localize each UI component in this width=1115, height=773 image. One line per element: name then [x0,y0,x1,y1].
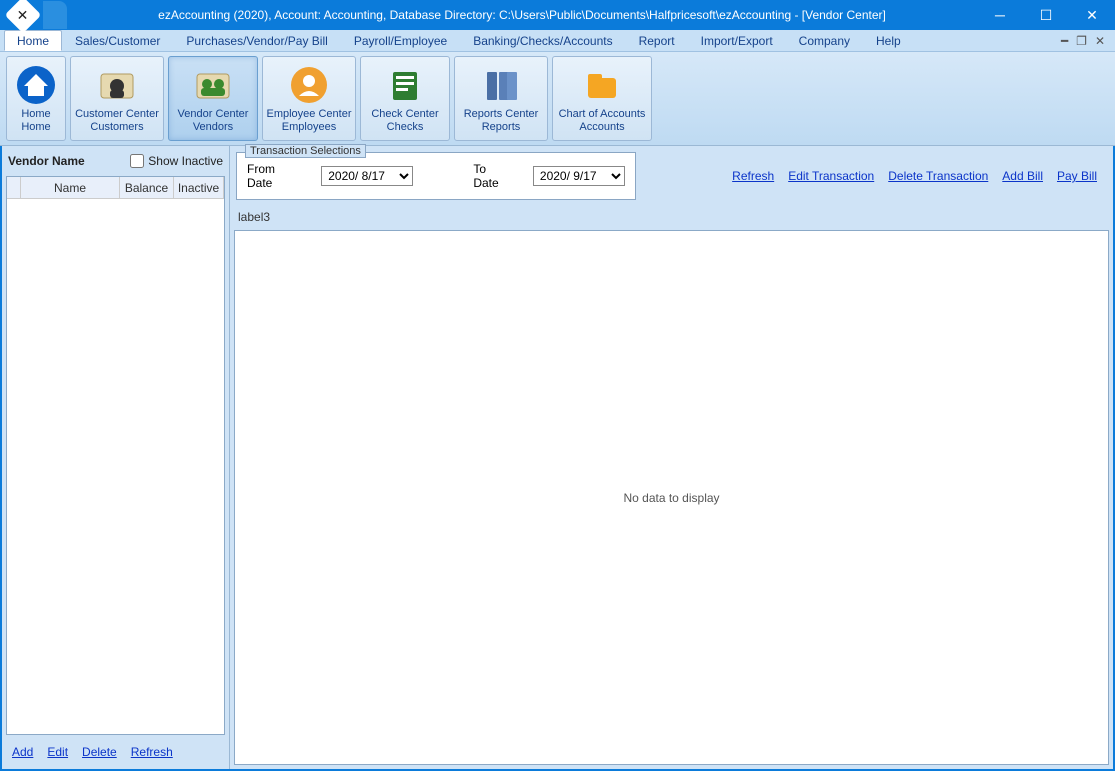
edit-transaction-link[interactable]: Edit Transaction [788,169,874,183]
mdi-controls: ━ ❐ ✕ [1061,30,1111,51]
edit-link[interactable]: Edit [47,745,68,759]
ribbon-sublabel: Customers [90,121,143,134]
pay-bill-link[interactable]: Pay Bill [1057,169,1097,183]
menu-home[interactable]: Home [4,30,62,51]
ribbon-label: Check Center [371,108,438,121]
refresh-link[interactable]: Refresh [131,745,173,759]
col-inactive[interactable]: Inactive [174,177,224,198]
col-selector[interactable] [7,177,21,198]
mdi-minimize-icon[interactable]: ━ [1061,34,1068,48]
body-area: Vendor Name Show Inactive Name Balance I… [0,146,1115,771]
ribbon-label: Reports Center [464,108,539,121]
vendor-list-header: Vendor Name Show Inactive [2,146,229,176]
ribbon-chart-of-accounts[interactable]: Chart of Accounts Accounts [552,56,652,141]
app-icon: ✕ [0,0,45,30]
no-data-message: No data to display [623,491,719,505]
transaction-actions: Refresh Edit Transaction Delete Transact… [724,169,1105,183]
customer-icon [93,64,141,106]
ribbon-label: Home [21,108,50,121]
transaction-data-area[interactable]: No data to display [234,230,1109,765]
window-controls: ─ ☐ ✕ [977,0,1115,30]
ribbon-label: Employee Center [267,108,352,121]
title-tab-shape [43,1,67,29]
ribbon-label: Vendor Center [178,108,249,121]
show-inactive-label: Show Inactive [148,154,223,168]
ribbon-sublabel: Checks [387,121,424,134]
menu-report[interactable]: Report [626,30,688,51]
vendor-grid[interactable]: Name Balance Inactive [6,176,225,735]
ribbon-check-center[interactable]: Check Center Checks [360,56,450,141]
col-name[interactable]: Name [21,177,120,198]
ribbon-label: Customer Center [75,108,159,121]
add-link[interactable]: Add [12,745,33,759]
from-date-label: From Date [247,162,301,190]
delete-link[interactable]: Delete [82,745,117,759]
check-icon [381,64,429,106]
ribbon-sublabel: Employees [282,121,336,134]
to-date-select[interactable]: 2020/ 9/17 [533,166,625,186]
ribbon-home[interactable]: Home Home [6,56,66,141]
show-inactive-input[interactable] [130,154,144,168]
window-title: ezAccounting (2020), Account: Accounting… [67,8,977,22]
to-date-label: To Date [473,162,513,190]
delete-transaction-link[interactable]: Delete Transaction [888,169,988,183]
vendor-icon [189,64,237,106]
accounts-icon [578,64,626,106]
transaction-selections-group: Transaction Selections From Date 2020/ 8… [236,152,636,200]
menu-sales-customer[interactable]: Sales/Customer [62,30,173,51]
ribbon-sublabel: Vendors [193,121,233,134]
close-button[interactable]: ✕ [1069,0,1115,30]
ribbon-customer-center[interactable]: Customer Center Customers [70,56,164,141]
maximize-button[interactable]: ☐ [1023,0,1069,30]
ribbon-vendor-center[interactable]: Vendor Center Vendors [168,56,258,141]
menu-banking-checks-accounts[interactable]: Banking/Checks/Accounts [460,30,625,51]
vendor-grid-headers: Name Balance Inactive [7,177,224,199]
show-inactive-checkbox[interactable]: Show Inactive [130,154,223,168]
titlebar: ✕ ezAccounting (2020), Account: Accounti… [0,0,1115,30]
menu-import-export[interactable]: Import/Export [688,30,786,51]
vendor-grid-body[interactable] [7,199,224,734]
ribbon-reports-center[interactable]: Reports Center Reports [454,56,548,141]
reports-icon [477,64,525,106]
home-icon [12,64,60,106]
refresh-transactions-link[interactable]: Refresh [732,169,774,183]
menu-company[interactable]: Company [786,30,863,51]
mdi-close-icon[interactable]: ✕ [1095,34,1105,48]
ribbon-toolbar: Home Home Customer Center Customers Vend… [0,52,1115,146]
vendor-name-label: Vendor Name [8,154,85,168]
minimize-button[interactable]: ─ [977,0,1023,30]
vendor-actions: Add Edit Delete Refresh [2,735,229,769]
menu-bar: HomeSales/CustomerPurchases/Vendor/Pay B… [0,30,1115,52]
ribbon-label: Chart of Accounts [559,108,646,121]
ribbon-employee-center[interactable]: Employee Center Employees [262,56,356,141]
menu-help[interactable]: Help [863,30,914,51]
ribbon-sublabel: Home [21,121,50,134]
from-date-select[interactable]: 2020/ 8/17 [321,166,413,186]
menu-payroll-employee[interactable]: Payroll/Employee [341,30,460,51]
menu-purchases-vendor-pay-bill[interactable]: Purchases/Vendor/Pay Bill [173,30,340,51]
col-balance[interactable]: Balance [120,177,174,198]
transaction-top-row: Transaction Selections From Date 2020/ 8… [230,146,1113,206]
ribbon-sublabel: Accounts [579,121,624,134]
add-bill-link[interactable]: Add Bill [1002,169,1043,183]
employee-icon [285,64,333,106]
vendor-list-panel: Vendor Name Show Inactive Name Balance I… [2,146,230,769]
ribbon-sublabel: Reports [482,121,521,134]
transaction-selections-legend: Transaction Selections [245,144,366,158]
mdi-restore-icon[interactable]: ❐ [1076,34,1087,48]
transaction-panel: Transaction Selections From Date 2020/ 8… [230,146,1113,769]
label3: label3 [230,206,1113,228]
